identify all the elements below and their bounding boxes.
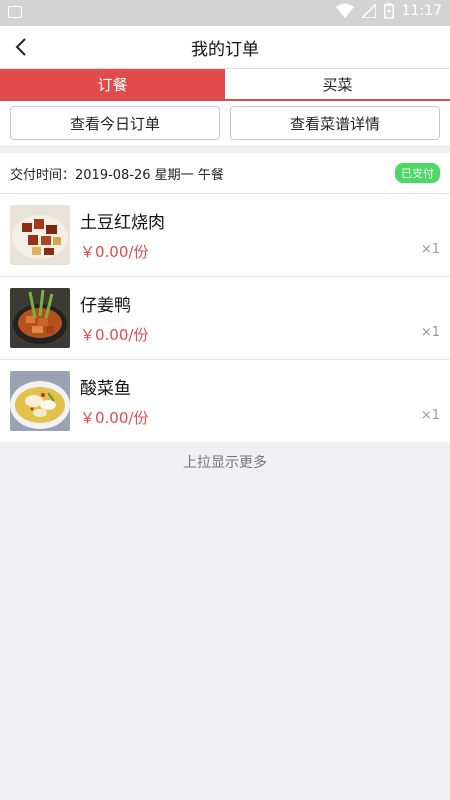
image-notification-icon <box>8 6 22 18</box>
dish-image-pickled-fish <box>10 371 70 431</box>
dish-quantity: ×1 <box>420 242 440 257</box>
dish-name: 仔姜鸭 <box>80 296 131 316</box>
signal-icon <box>361 4 376 18</box>
paid-status-badge: 已支付 <box>395 163 440 183</box>
order-item[interactable]: 仔姜鸭 ￥0.00/份 ×1 <box>0 276 450 359</box>
view-menu-details-button[interactable]: 查看菜谱详情 <box>230 106 440 140</box>
view-today-orders-button[interactable]: 查看今日订单 <box>10 106 220 140</box>
dish-price: ￥0.00/份 <box>80 326 149 344</box>
order-item[interactable]: 土豆红烧肉 ￥0.00/份 ×1 <box>0 193 450 276</box>
dish-name: 土豆红烧肉 <box>80 213 165 233</box>
order-item[interactable]: 酸菜鱼 ￥0.00/份 ×1 <box>0 359 450 442</box>
battery-charging-icon <box>383 3 394 19</box>
back-arrow-icon[interactable] <box>10 35 34 59</box>
dish-name: 酸菜鱼 <box>80 379 131 399</box>
status-bar: 11:17 <box>0 0 450 26</box>
tab-order-meal[interactable]: 订餐 <box>0 69 225 99</box>
tab-buy-groceries[interactable]: 买菜 <box>225 69 450 99</box>
order-card: 交付时间：2019-08-26 星期一 午餐 已支付 土豆红烧肉 ￥0.00/份… <box>0 153 450 442</box>
action-buttons: 查看今日订单 查看菜谱详情 <box>0 101 450 145</box>
page-title: 我的订单 <box>191 39 259 60</box>
dish-price: ￥0.00/份 <box>80 243 149 261</box>
dish-quantity: ×1 <box>420 325 440 340</box>
clock: 11:17 <box>401 3 442 19</box>
tab-bar: 订餐 买菜 <box>0 68 450 101</box>
order-header: 交付时间：2019-08-26 星期一 午餐 已支付 <box>0 153 450 193</box>
dish-image-braised-pork <box>10 205 70 265</box>
load-more-hint[interactable]: 上拉显示更多 <box>0 442 450 472</box>
dish-price: ￥0.00/份 <box>80 409 149 427</box>
wifi-icon <box>335 3 354 18</box>
app-header: 我的订单 <box>0 26 450 68</box>
dish-quantity: ×1 <box>420 408 440 423</box>
dish-image-ginger-duck <box>10 288 70 348</box>
delivery-time-label: 交付时间：2019-08-26 星期一 午餐 <box>10 167 224 183</box>
